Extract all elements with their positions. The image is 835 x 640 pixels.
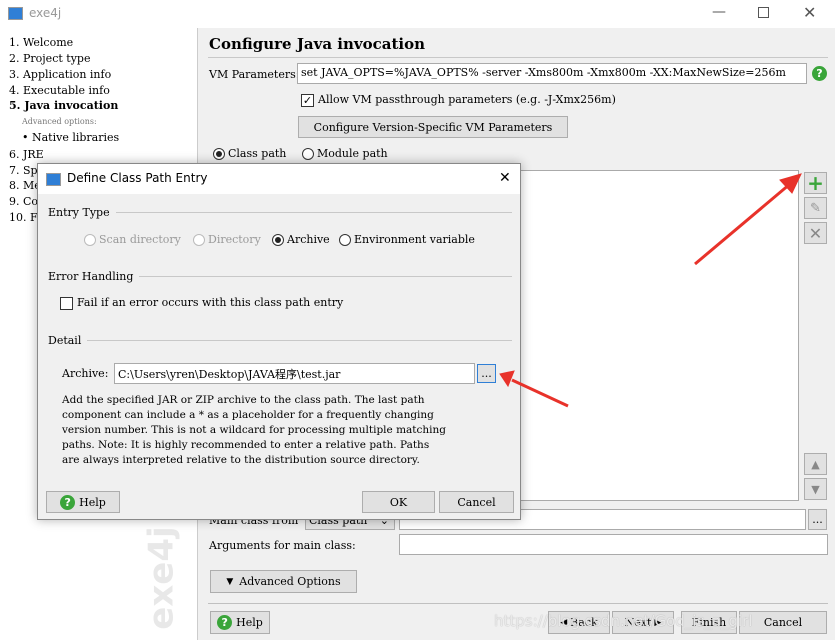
arrow-to-add-button bbox=[694, 173, 802, 266]
arrow-to-browse-button bbox=[499, 370, 569, 408]
annotation-arrows bbox=[499, 173, 802, 408]
